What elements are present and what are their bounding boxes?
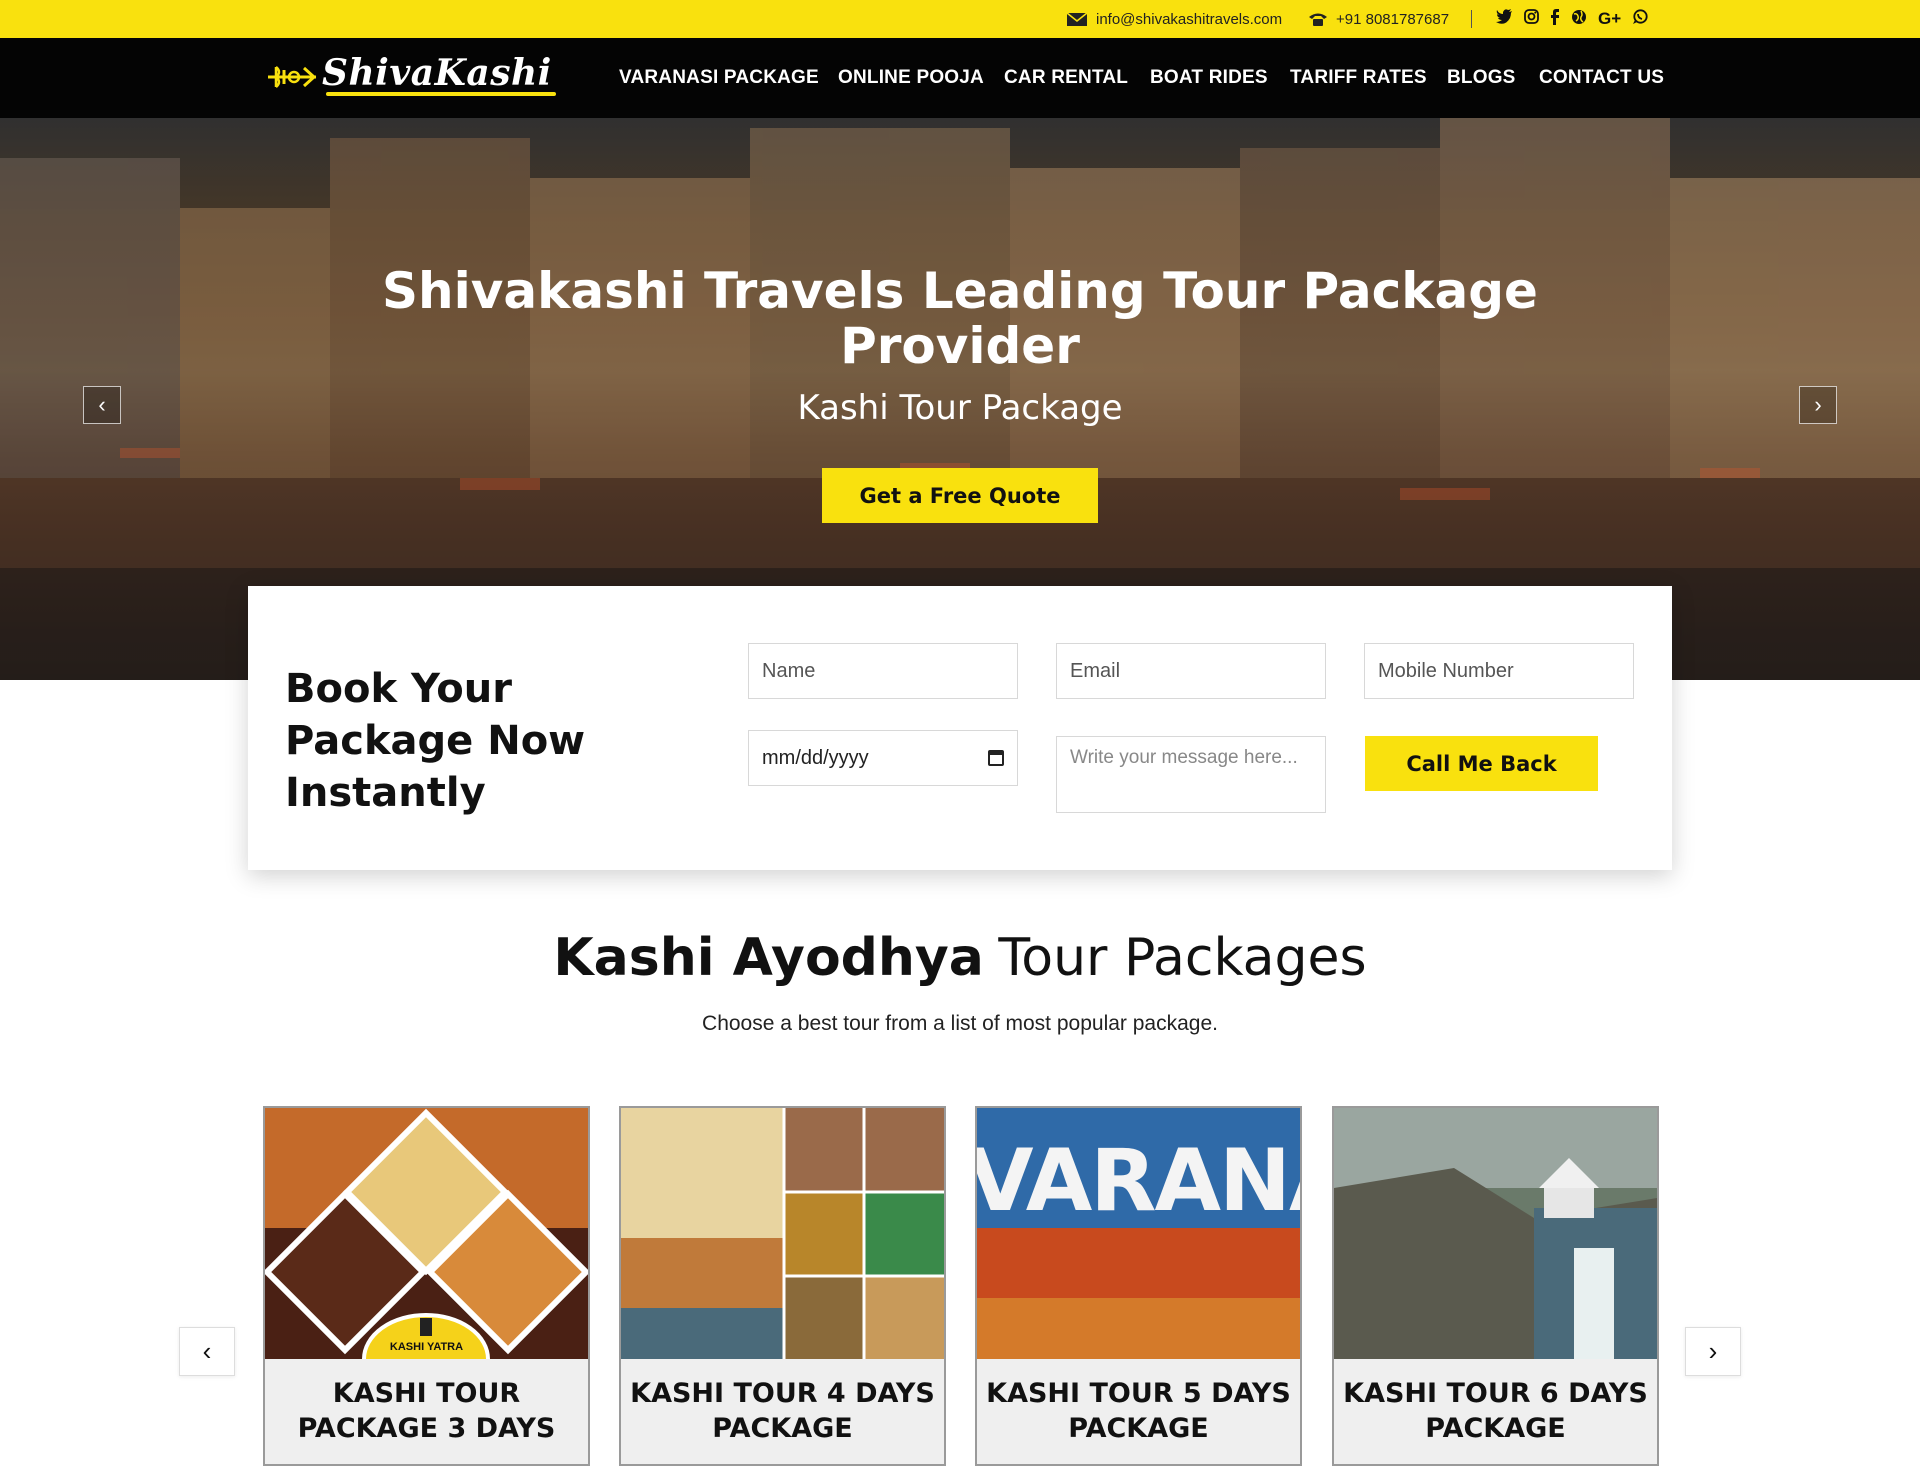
top-info-bar: info@shivakashitravels.com +91 808178768…: [0, 0, 1920, 38]
package-card[interactable]: KASHI YATRA KASHI TOUR PACKAGE 3 DAYS: [263, 1106, 590, 1466]
kashi-yatra-badge: KASHI YATRA: [389, 1341, 464, 1353]
facebook-icon[interactable]: [1550, 8, 1560, 30]
varanasi-image-text: VARANAS: [977, 1131, 1300, 1231]
chevron-right-icon: ›: [1708, 1336, 1718, 1366]
phone-text: +91 8081787687: [1336, 10, 1450, 28]
email-input[interactable]: Email: [1056, 643, 1326, 699]
packages-prev-arrow[interactable]: ‹: [179, 1327, 235, 1376]
packages-heading-light: Tour Packages: [998, 928, 1367, 988]
name-input[interactable]: Name: [748, 643, 1018, 699]
package-title: KASHI TOUR 4 DAYS PACKAGE: [630, 1378, 935, 1444]
google-plus-icon[interactable]: G+: [1598, 9, 1621, 29]
package-title: KASHI TOUR 6 DAYS PACKAGE: [1343, 1378, 1648, 1444]
package-card[interactable]: VARANAS KASHI TOUR 5 DAYS PACKAGE: [975, 1106, 1302, 1466]
packages-heading: Kashi Ayodhya Tour Packages: [0, 928, 1920, 988]
email-contact[interactable]: info@shivakashitravels.com: [1066, 0, 1282, 38]
phone-contact[interactable]: +91 8081787687: [1308, 0, 1449, 38]
message-placeholder: Write your message here...: [1070, 747, 1298, 768]
package-image: VARANAS: [977, 1108, 1300, 1359]
package-image: KASHI YATRA: [265, 1108, 588, 1359]
hero-title: Shivakashi Travels Leading Tour Package …: [382, 262, 1538, 375]
date-placeholder: mm/dd/yyyy: [762, 746, 869, 769]
hero-prev-arrow[interactable]: ‹: [83, 386, 121, 424]
free-quote-button[interactable]: Get a Free Quote: [822, 468, 1098, 523]
envelope-icon: [1066, 11, 1088, 26]
email-placeholder: Email: [1070, 659, 1121, 682]
phone-icon: [1309, 13, 1327, 26]
twitter-icon[interactable]: [1496, 9, 1513, 29]
nav-contact-us[interactable]: CONTACT US: [1539, 67, 1664, 89]
package-title: KASHI TOUR 5 DAYS PACKAGE: [986, 1378, 1291, 1444]
packages-heading-bold: Kashi Ayodhya: [553, 928, 984, 988]
chevron-right-icon: ›: [1814, 392, 1822, 417]
nav-online-pooja[interactable]: ONLINE POOJA: [838, 67, 984, 89]
hero-next-arrow[interactable]: ›: [1799, 386, 1837, 424]
topbar-divider: [1471, 10, 1472, 28]
chevron-left-icon: ‹: [98, 392, 106, 417]
nav-car-rental[interactable]: CAR RENTAL: [1004, 67, 1128, 89]
package-title: KASHI TOUR PACKAGE 3 DAYS: [297, 1378, 556, 1444]
email-text: info@shivakashitravels.com: [1096, 10, 1283, 28]
social-links: G+: [1496, 0, 1659, 38]
name-placeholder: Name: [762, 659, 816, 682]
instagram-icon[interactable]: [1524, 9, 1539, 29]
hero-subtitle: Kashi Tour Package: [797, 388, 1123, 428]
booking-title: Book Your Package Now Instantly: [285, 666, 586, 816]
chevron-left-icon: ‹: [202, 1336, 212, 1366]
mobile-input[interactable]: Mobile Number: [1364, 643, 1634, 699]
package-card[interactable]: KASHI TOUR 6 DAYS PACKAGE: [1332, 1106, 1659, 1466]
mobile-placeholder: Mobile Number: [1378, 659, 1514, 682]
nav-menu: VARANASI PACKAGE ONLINE POOJA CAR RENTAL…: [0, 38, 1920, 118]
globe-icon[interactable]: [1571, 9, 1587, 30]
package-card[interactable]: KASHI TOUR 4 DAYS PACKAGE: [619, 1106, 946, 1466]
nav-varanasi-package[interactable]: VARANASI PACKAGE: [619, 67, 819, 89]
package-image: [621, 1108, 944, 1359]
message-textarea[interactable]: Write your message here...: [1056, 736, 1326, 813]
nav-boat-rides[interactable]: BOAT RIDES: [1150, 67, 1268, 89]
package-image: [1334, 1108, 1657, 1359]
nav-blogs[interactable]: BLOGS: [1447, 67, 1516, 89]
calendar-icon[interactable]: [988, 750, 1004, 766]
date-input[interactable]: mm/dd/yyyy: [748, 730, 1018, 786]
packages-next-arrow[interactable]: ›: [1685, 1327, 1741, 1376]
whatsapp-icon[interactable]: [1632, 8, 1648, 30]
call-me-back-button[interactable]: Call Me Back: [1365, 736, 1598, 791]
nav-tariff-rates[interactable]: TARIFF RATES: [1290, 67, 1427, 89]
booking-form: Book Your Package Now Instantly Name Ema…: [248, 586, 1672, 870]
packages-subtitle: Choose a best tour from a list of most p…: [702, 1012, 1218, 1035]
